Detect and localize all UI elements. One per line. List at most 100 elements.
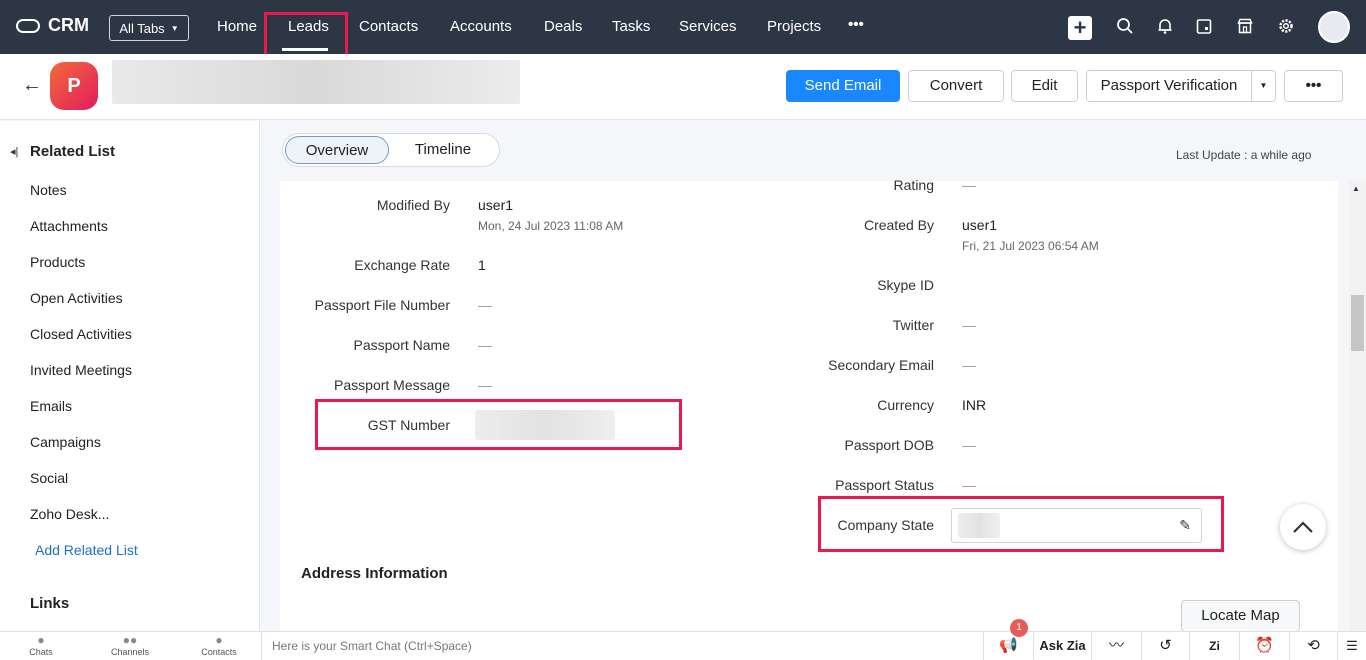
passport-dob-value[interactable]: —	[962, 437, 976, 453]
content-scrollbar[interactable]	[1349, 181, 1366, 631]
people-group-icon: ●●	[122, 633, 138, 647]
created-by-date: Fri, 21 Jul 2023 06:54 AM	[962, 239, 1099, 253]
nav-projects[interactable]: Projects	[767, 18, 821, 35]
passport-verification-button[interactable]: Passport Verification	[1086, 70, 1252, 102]
sidebar-item-campaigns[interactable]: Campaigns	[30, 434, 101, 450]
sidebar-item-zoho-desk[interactable]: Zoho Desk...	[30, 506, 109, 522]
last-update-text: Last Update : a while ago	[1176, 148, 1312, 162]
scroll-up-arrow-icon[interactable]: ▲	[1352, 184, 1360, 193]
history-icon[interactable]: ⟲	[1289, 632, 1337, 660]
passport-dob-label: Passport DOB	[844, 437, 934, 453]
ask-zia-button[interactable]: Ask Zia	[1033, 632, 1091, 660]
sidebar-item-open-activities[interactable]: Open Activities	[30, 290, 123, 306]
notification-badge: 1	[1010, 619, 1028, 637]
sidebar-item-emails[interactable]: Emails	[30, 398, 72, 414]
twitter-label: Twitter	[892, 317, 934, 333]
nav-home[interactable]: Home	[217, 18, 257, 35]
smart-chat-input[interactable]: Here is your Smart Chat (Ctrl+Space)	[261, 632, 981, 660]
sidebar-item-invited-meetings[interactable]: Invited Meetings	[30, 362, 132, 378]
passport-file-number-label: Passport File Number	[314, 297, 450, 313]
marketplace-icon[interactable]	[1235, 17, 1255, 37]
skype-id-label: Skype ID	[877, 277, 934, 293]
user-avatar[interactable]	[1318, 11, 1350, 43]
zia-icon[interactable]: Zi	[1189, 632, 1239, 660]
megaphone-icon[interactable]: 📢	[983, 632, 1033, 660]
links-title: Links	[30, 595, 70, 612]
secondary-email-value[interactable]: —	[962, 357, 976, 373]
crm-logo[interactable]: CRM	[16, 15, 89, 36]
calendar-icon[interactable]	[1194, 17, 1214, 37]
nav-accounts[interactable]: Accounts	[450, 18, 512, 35]
twitter-value[interactable]: —	[962, 317, 976, 333]
sidebar-item-products[interactable]: Products	[30, 254, 85, 270]
currency-value[interactable]: INR	[962, 397, 986, 413]
record-avatar: P	[50, 62, 98, 110]
all-tabs-dropdown[interactable]: All Tabs ▼	[109, 15, 189, 41]
created-by-value: user1	[962, 217, 998, 233]
gst-number-label: GST Number	[367, 417, 450, 433]
convert-button[interactable]: Convert	[908, 70, 1004, 102]
record-header: ← P Send Email Convert Edit Passport Ver…	[0, 54, 1366, 120]
passport-message-value[interactable]: —	[478, 377, 492, 393]
chats-label: Chats	[29, 647, 53, 657]
modified-by-date: Mon, 24 Jul 2023 11:08 AM	[478, 219, 624, 233]
exchange-rate-value[interactable]: 1	[478, 257, 486, 273]
caret-down-icon[interactable]: ▼	[1251, 70, 1276, 102]
nav-deals[interactable]: Deals	[544, 18, 582, 35]
analytics-icon[interactable]: 〰	[1091, 632, 1141, 660]
scroll-to-top-button[interactable]	[1280, 504, 1326, 550]
rating-value[interactable]: —	[962, 177, 976, 193]
sidebar-item-closed-activities[interactable]: Closed Activities	[30, 326, 132, 342]
exchange-rate-label: Exchange Rate	[354, 257, 450, 273]
notes-icon[interactable]: ☰	[1337, 632, 1366, 660]
sidebar-item-attachments[interactable]: Attachments	[30, 218, 108, 234]
plus-icon[interactable]: +	[1068, 16, 1092, 40]
gear-icon[interactable]	[1276, 17, 1296, 37]
tab-overview[interactable]: Overview	[285, 136, 389, 164]
back-arrow-icon[interactable]: ←	[22, 74, 42, 97]
nav-more-button[interactable]: •••	[848, 16, 864, 33]
caret-down-icon: ▼	[170, 23, 179, 33]
scrollbar-thumb[interactable]	[1351, 295, 1364, 351]
bottom-bar: ● Chats ●● Channels ● Contacts Here is y…	[0, 631, 1366, 660]
record-name-blurred	[112, 60, 520, 104]
rating-label: Rating	[893, 177, 934, 193]
locate-map-button[interactable]: Locate Map	[1181, 600, 1300, 632]
nav-tasks[interactable]: Tasks	[612, 18, 650, 35]
passport-message-label: Passport Message	[334, 377, 450, 393]
more-actions-button[interactable]: •••	[1284, 70, 1343, 102]
currency-label: Currency	[877, 397, 934, 413]
add-related-list-link[interactable]: Add Related List	[35, 542, 138, 558]
passport-name-label: Passport Name	[353, 337, 450, 353]
leads-highlight-box	[264, 12, 348, 58]
nav-contacts[interactable]: Contacts	[359, 18, 418, 35]
pencil-edit-icon[interactable]: ✎	[1179, 517, 1191, 534]
tab-timeline[interactable]: Timeline	[391, 136, 495, 164]
passport-file-number-value[interactable]: —	[478, 297, 492, 313]
sidebar-item-social[interactable]: Social	[30, 470, 68, 486]
bell-icon[interactable]	[1155, 17, 1175, 37]
send-email-button[interactable]: Send Email	[786, 70, 900, 102]
collapse-sidebar-icon[interactable]: ◂|	[10, 145, 18, 158]
contacts-label: Contacts	[201, 647, 237, 657]
company-state-value-blurred	[958, 513, 1000, 538]
search-icon[interactable]	[1115, 17, 1135, 37]
contacts-button[interactable]: ● Contacts	[194, 634, 244, 658]
all-tabs-label: All Tabs	[119, 20, 165, 36]
app-name: CRM	[48, 15, 89, 35]
passport-name-value[interactable]: —	[478, 337, 492, 353]
alarm-clock-icon[interactable]: ⏰	[1239, 632, 1289, 660]
modified-by-label: Modified By	[376, 197, 450, 213]
passport-status-value[interactable]: —	[962, 477, 976, 493]
view-tabs: Overview Timeline	[282, 133, 500, 167]
gst-number-value-blurred[interactable]	[475, 410, 615, 440]
chats-button[interactable]: ● Chats	[16, 634, 66, 658]
related-list-title: Related List	[30, 143, 116, 160]
passport-status-label: Passport Status	[835, 477, 934, 493]
sidebar-item-notes[interactable]: Notes	[30, 182, 67, 198]
channels-button[interactable]: ●● Channels	[105, 633, 155, 658]
edit-button[interactable]: Edit	[1011, 70, 1078, 102]
nav-services[interactable]: Services	[679, 18, 737, 35]
company-state-input[interactable]: ✎	[951, 508, 1202, 543]
activity-icon[interactable]: ↺	[1141, 632, 1189, 660]
